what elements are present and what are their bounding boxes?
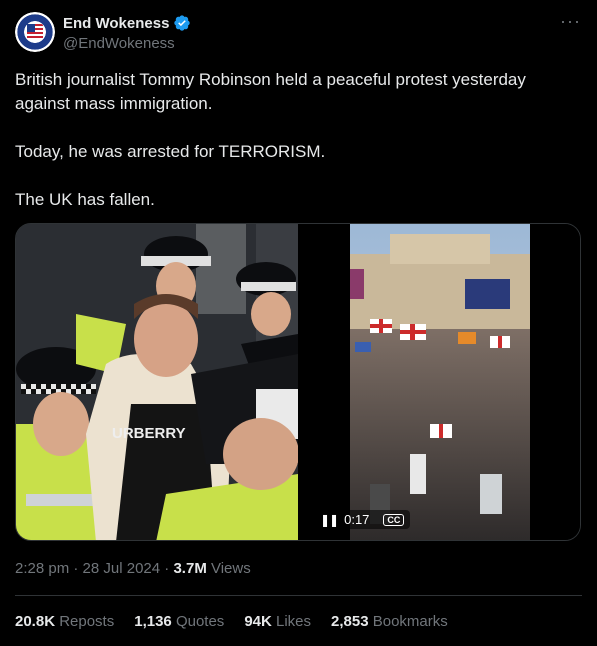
pause-icon[interactable]: ❚❚ [320,513,339,527]
arrest-photo-illustration: URBERRY [16,224,298,540]
arrest-photo[interactable]: URBERRY [16,224,298,540]
post-paragraph: The UK has fallen. [15,190,155,209]
reposts-label: Reposts [55,613,115,630]
flag-canton-icon [27,24,35,32]
author-handle[interactable]: @EndWokeness [63,35,175,52]
meta-separator: · [160,560,174,577]
captions-button[interactable]: CC [383,513,405,526]
bookmarks-stat[interactable]: 2,853 Bookmarks [331,613,448,630]
post-time[interactable]: 2:28 pm [15,560,69,577]
likes-label: Likes [271,613,312,630]
meta-separator: · [69,560,83,577]
divider [15,595,582,596]
shirt-text: URBERRY [112,425,186,442]
author-display-name[interactable]: End Wokeness [63,15,169,32]
video-frame [350,224,530,540]
protest-video[interactable]: ❚❚ 0:17 CC [300,224,580,540]
video-controls: ❚❚ 0:17 CC [314,510,411,529]
views-label: Views [206,560,251,577]
author-name-row: End Wokeness [63,14,191,32]
bookmarks-count: 2,853 [331,613,369,630]
quotes-stat[interactable]: 1,136 Quotes [134,613,224,630]
views-count: 3.7M [173,560,207,577]
likes-stat[interactable]: 94K Likes [244,613,311,630]
post-date[interactable]: 28 Jul 2024 [83,560,161,577]
reposts-stat[interactable]: 20.8K Reposts [15,613,114,630]
post-paragraph: British journalist Tommy Robinson held a… [15,70,526,113]
media-container: URBERRY ❚❚ 0:17 CC [15,223,581,541]
engagement-stats: 20.8K Reposts 1,136 Quotes 94K Likes 2,8… [15,613,448,630]
verified-badge-icon [174,15,191,31]
more-options-icon[interactable]: ··· [560,12,581,30]
bookmarks-label: Bookmarks [368,613,448,630]
post-header: End Wokeness @EndWokeness ··· [15,12,585,56]
post-meta: 2:28 pm · 28 Jul 2024 · 3.7M Views [15,560,251,577]
quotes-count: 1,136 [134,613,172,630]
post-text: British journalist Tommy Robinson held a… [15,68,575,236]
reposts-count: 20.8K [15,613,56,630]
quotes-label: Quotes [171,613,225,630]
avatar[interactable] [15,12,55,52]
post-paragraph: Today, he was arrested for TERRORISM. [15,142,326,161]
video-timecode: 0:17 [344,512,370,527]
crowd-scene-illustration [350,224,530,540]
likes-count: 94K [244,613,272,630]
